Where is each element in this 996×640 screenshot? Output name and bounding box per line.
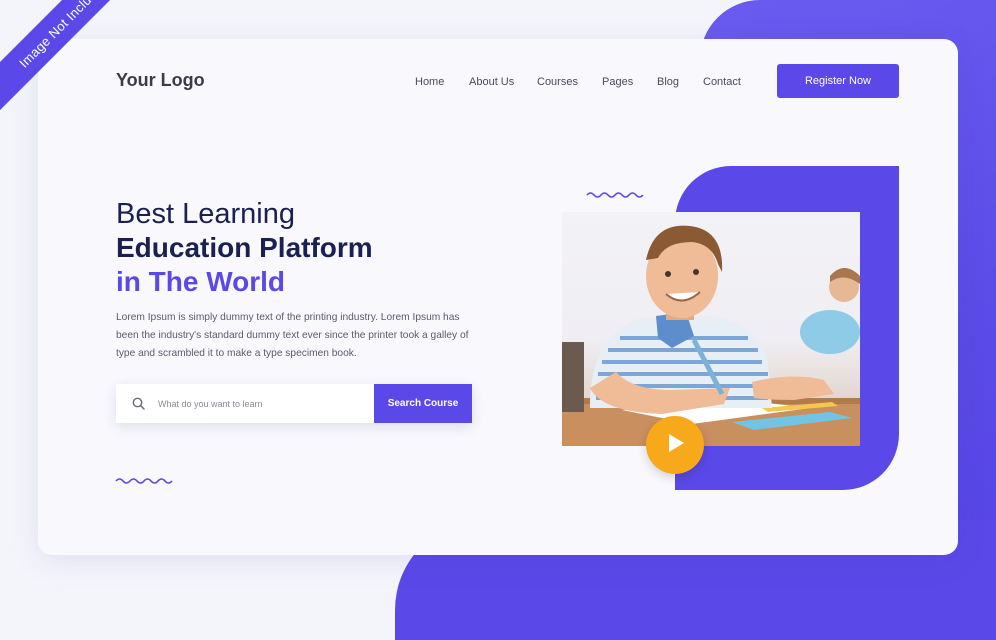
hero-title-line-3: in The World [116,266,286,297]
search-input[interactable] [154,385,374,422]
decorative-squiggle-left [115,478,173,484]
nav-item-courses[interactable]: Courses [537,76,578,88]
landing-page-card: Your Logo Home About Us Courses Pages Bl… [38,39,958,555]
hero-title-line-2: Education Platform [116,232,373,263]
nav-item-home[interactable]: Home [415,76,444,88]
decorative-squiggle-right [586,192,644,198]
hero-title-line-1: Best Learning [116,198,295,230]
nav-item-blog[interactable]: Blog [657,76,679,88]
course-search-bar: Search Course [116,384,472,423]
search-course-button[interactable]: Search Course [374,384,472,423]
nav-item-contact[interactable]: Contact [703,76,741,88]
play-icon [663,431,687,460]
play-video-button[interactable] [646,416,704,474]
hero-photo-student [562,212,860,446]
logo[interactable]: Your Logo [116,70,205,91]
search-icon [132,384,154,423]
nav-item-pages[interactable]: Pages [602,76,633,88]
nav-item-about-us[interactable]: About Us [469,76,514,88]
register-now-button[interactable]: Register Now [777,64,899,98]
hero-description: Lorem Ipsum is simply dummy text of the … [116,312,469,359]
